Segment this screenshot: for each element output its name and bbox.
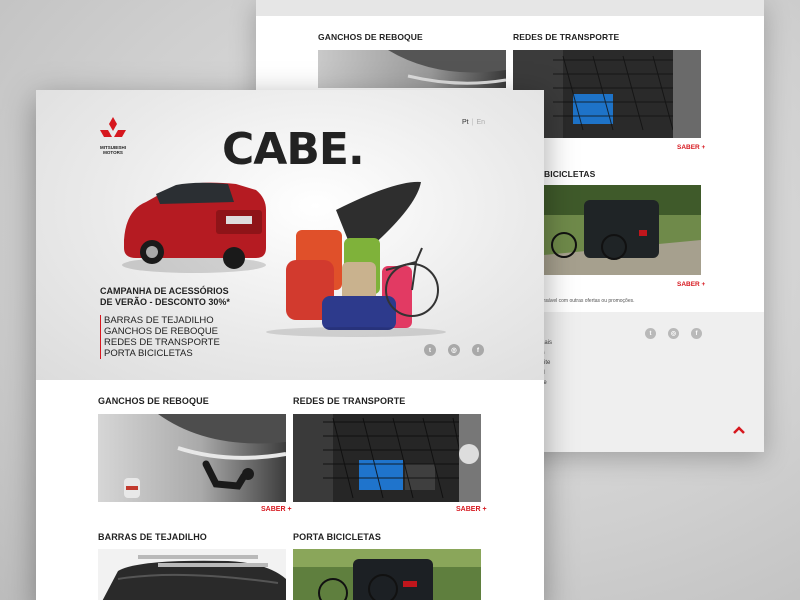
hero-headline: CABE. [222, 124, 365, 175]
hero-accessory-menu: BARRAS DE TEJADILHO GANCHOS DE REBOQUE R… [100, 315, 220, 359]
product-image-ganchos[interactable] [98, 414, 286, 502]
product-image-barras[interactable] [98, 549, 286, 600]
back-legal-text: onsável com outras ofertas ou promoções. [540, 298, 635, 304]
back-product-title-bicicletas: BICICLETAS [544, 169, 596, 179]
menu-item-porta-bicicletas[interactable]: PORTA BICICLETAS [100, 348, 220, 359]
hero-section: MITSUBISHI MOTORS Pt | En CABE. CAMPANHA… [36, 90, 544, 380]
product-title-barras: BARRAS DE TEJADILHO [98, 532, 207, 542]
front-page: MITSUBISHI MOTORS Pt | En CABE. CAMPANHA… [36, 90, 544, 600]
campaign-heading: CAMPANHA DE ACESSÓRIOS DE VERÃO - DESCON… [100, 286, 260, 308]
twitter-icon[interactable]: t [424, 344, 436, 356]
product-image-redes[interactable] [293, 414, 481, 502]
campaign-line-1: CAMPANHA DE ACESSÓRIOS [100, 286, 229, 296]
back-social-icons: t ◎ f [645, 328, 702, 339]
menu-item-ganchos[interactable]: GANCHOS DE REBOQUE [100, 326, 220, 337]
hero-social-icons: t ◎ f [424, 344, 484, 356]
logo-text-2: MOTORS [103, 150, 123, 155]
back-product-image-bicicletas[interactable] [544, 185, 701, 275]
scroll-to-top-icon[interactable] [732, 422, 746, 434]
language-switcher: Pt | En [462, 119, 485, 126]
saber-link-redes[interactable]: SABER + [456, 506, 487, 513]
back-saber-link-bicicletas[interactable]: SABER + [677, 281, 705, 288]
back-product-image-ganchos[interactable] [318, 50, 506, 88]
instagram-icon[interactable]: ◎ [448, 344, 460, 356]
product-title-redes: REDES DE TRANSPORTE [293, 396, 406, 406]
saber-link-ganchos[interactable]: SABER + [261, 506, 292, 513]
mitsubishi-diamonds-icon [100, 117, 126, 137]
facebook-icon[interactable]: f [472, 344, 484, 356]
lang-separator: | [471, 119, 474, 126]
lang-pt[interactable]: Pt [462, 119, 469, 126]
back-product-title-ganchos: GANCHOS DE REBOQUE [318, 32, 423, 42]
twitter-icon[interactable]: t [645, 328, 656, 339]
back-saber-link-redes[interactable]: SABER + [677, 144, 705, 151]
menu-item-redes[interactable]: REDES DE TRANSPORTE [100, 337, 220, 348]
lang-en[interactable]: En [476, 119, 485, 126]
back-topbar [256, 0, 764, 16]
mitsubishi-logo[interactable]: MITSUBISHI MOTORS [98, 116, 128, 155]
product-title-porta-bicicletas: PORTA BICICLETAS [293, 532, 381, 542]
menu-item-barras[interactable]: BARRAS DE TEJADILHO [100, 315, 220, 326]
instagram-icon[interactable]: ◎ [668, 328, 679, 339]
facebook-icon[interactable]: f [691, 328, 702, 339]
product-title-ganchos: GANCHOS DE REBOQUE [98, 396, 209, 406]
car-illustration [122, 182, 266, 273]
campaign-line-2: DE VERÃO - DESCONTO 30%* [100, 297, 230, 307]
back-product-title-redes: REDES DE TRANSPORTE [513, 32, 620, 42]
product-image-porta-bicicletas[interactable] [293, 549, 481, 600]
